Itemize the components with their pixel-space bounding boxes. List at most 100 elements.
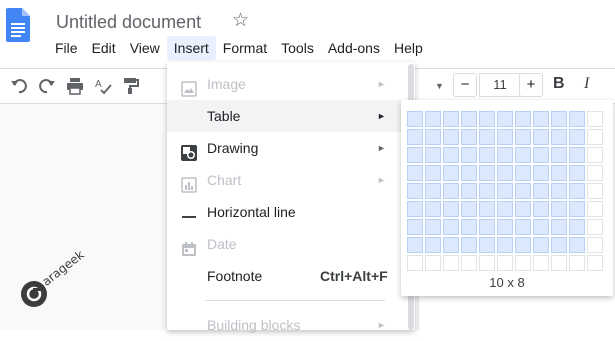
menu-item-table[interactable]: Table ► xyxy=(167,100,403,132)
table-grid-cell-selected[interactable] xyxy=(533,201,549,217)
table-grid-cell-selected[interactable] xyxy=(569,111,585,127)
table-grid-cell-selected[interactable] xyxy=(569,237,585,253)
table-grid-cell-selected[interactable] xyxy=(497,237,513,253)
table-grid-cell[interactable] xyxy=(587,237,603,253)
table-grid-cell-selected[interactable] xyxy=(479,237,495,253)
table-grid-cell-selected[interactable] xyxy=(533,129,549,145)
table-grid-cell[interactable] xyxy=(587,255,603,271)
table-grid-cell-selected[interactable] xyxy=(515,147,531,163)
table-grid-cell-selected[interactable] xyxy=(551,219,567,235)
table-grid-cell-selected[interactable] xyxy=(461,129,477,145)
table-grid-cell-selected[interactable] xyxy=(425,183,441,199)
table-grid-cell[interactable] xyxy=(425,255,441,271)
table-grid-cell[interactable] xyxy=(551,255,567,271)
table-grid-cell-selected[interactable] xyxy=(479,183,495,199)
table-grid-cell[interactable] xyxy=(497,255,513,271)
undo-icon[interactable] xyxy=(10,77,28,95)
table-grid-cell-selected[interactable] xyxy=(497,129,513,145)
table-grid-cell-selected[interactable] xyxy=(425,219,441,235)
font-size-input[interactable]: 11 xyxy=(479,73,521,97)
table-grid-cell-selected[interactable] xyxy=(443,237,459,253)
table-grid-cell-selected[interactable] xyxy=(461,237,477,253)
table-grid-cell-selected[interactable] xyxy=(515,183,531,199)
table-grid-cell[interactable] xyxy=(587,165,603,181)
table-grid-cell-selected[interactable] xyxy=(425,165,441,181)
table-grid-cell-selected[interactable] xyxy=(533,219,549,235)
table-grid-cell[interactable] xyxy=(587,111,603,127)
increase-font-size-button[interactable]: + xyxy=(519,73,543,97)
table-grid-cell[interactable] xyxy=(569,255,585,271)
table-grid-cell-selected[interactable] xyxy=(515,129,531,145)
table-grid-cell-selected[interactable] xyxy=(479,111,495,127)
print-icon[interactable] xyxy=(66,77,84,95)
font-dropdown-caret-icon[interactable]: ▼ xyxy=(435,81,444,91)
table-grid-cell-selected[interactable] xyxy=(407,237,423,253)
table-grid-cell-selected[interactable] xyxy=(497,183,513,199)
spellcheck-icon[interactable]: A xyxy=(94,77,112,95)
table-grid-cell[interactable] xyxy=(587,147,603,163)
table-grid-cell-selected[interactable] xyxy=(569,129,585,145)
table-grid-cell-selected[interactable] xyxy=(461,183,477,199)
redo-icon[interactable] xyxy=(38,77,56,95)
menu-item-drawing[interactable]: Drawing ► xyxy=(167,132,403,164)
menu-file[interactable]: File xyxy=(48,36,85,60)
table-grid-cell-selected[interactable] xyxy=(425,237,441,253)
table-grid-cell-selected[interactable] xyxy=(569,183,585,199)
table-grid-cell-selected[interactable] xyxy=(569,147,585,163)
table-grid-cell[interactable] xyxy=(533,255,549,271)
table-grid-cell-selected[interactable] xyxy=(479,165,495,181)
table-grid-cell-selected[interactable] xyxy=(407,165,423,181)
table-grid-cell-selected[interactable] xyxy=(443,183,459,199)
table-grid-cell-selected[interactable] xyxy=(551,237,567,253)
menu-item-footnote[interactable]: Footnote Ctrl+Alt+F xyxy=(167,260,403,292)
table-grid-cell-selected[interactable] xyxy=(551,111,567,127)
table-grid-cell[interactable] xyxy=(587,183,603,199)
table-grid-cell-selected[interactable] xyxy=(407,219,423,235)
table-grid-cell-selected[interactable] xyxy=(497,201,513,217)
table-grid-cell-selected[interactable] xyxy=(479,219,495,235)
table-grid-cell-selected[interactable] xyxy=(461,219,477,235)
table-grid-cell[interactable] xyxy=(515,255,531,271)
table-grid-cell-selected[interactable] xyxy=(443,111,459,127)
menu-format[interactable]: Format xyxy=(216,36,274,60)
table-grid-cell-selected[interactable] xyxy=(515,165,531,181)
table-grid-cell-selected[interactable] xyxy=(407,183,423,199)
table-grid-cell-selected[interactable] xyxy=(443,219,459,235)
paint-format-icon[interactable] xyxy=(122,77,140,95)
table-grid-cell-selected[interactable] xyxy=(407,111,423,127)
table-grid-cell-selected[interactable] xyxy=(443,147,459,163)
table-grid-cell-selected[interactable] xyxy=(515,219,531,235)
table-grid-cell-selected[interactable] xyxy=(479,147,495,163)
table-grid-cell-selected[interactable] xyxy=(407,201,423,217)
table-grid-cell-selected[interactable] xyxy=(533,237,549,253)
docs-logo-icon[interactable] xyxy=(6,8,30,42)
table-grid-cell-selected[interactable] xyxy=(497,165,513,181)
table-grid-cell-selected[interactable] xyxy=(425,111,441,127)
table-grid-cell-selected[interactable] xyxy=(551,201,567,217)
table-grid-cell-selected[interactable] xyxy=(443,129,459,145)
table-grid-cell[interactable] xyxy=(587,129,603,145)
table-grid-cell-selected[interactable] xyxy=(569,201,585,217)
table-grid-cell-selected[interactable] xyxy=(407,147,423,163)
table-grid-cell-selected[interactable] xyxy=(479,129,495,145)
menu-item-horizontal-line[interactable]: Horizontal line xyxy=(167,196,403,228)
table-grid-cell-selected[interactable] xyxy=(461,201,477,217)
menu-add-ons[interactable]: Add-ons xyxy=(321,36,387,60)
table-grid-cell[interactable] xyxy=(479,255,495,271)
table-grid-cell-selected[interactable] xyxy=(479,201,495,217)
document-title[interactable]: Untitled document xyxy=(56,10,201,34)
table-grid-cell-selected[interactable] xyxy=(461,147,477,163)
table-grid-cell[interactable] xyxy=(461,255,477,271)
table-grid-cell[interactable] xyxy=(407,255,423,271)
table-grid-cell-selected[interactable] xyxy=(515,237,531,253)
table-grid-cell-selected[interactable] xyxy=(425,147,441,163)
table-grid-cell-selected[interactable] xyxy=(551,165,567,181)
table-grid-cell-selected[interactable] xyxy=(551,147,567,163)
table-grid-cell-selected[interactable] xyxy=(461,111,477,127)
table-grid-cell[interactable] xyxy=(443,255,459,271)
table-grid-cell-selected[interactable] xyxy=(497,219,513,235)
table-grid-cell-selected[interactable] xyxy=(425,129,441,145)
table-grid-cell-selected[interactable] xyxy=(515,111,531,127)
table-grid-cell-selected[interactable] xyxy=(551,129,567,145)
menu-view[interactable]: View xyxy=(123,36,167,60)
